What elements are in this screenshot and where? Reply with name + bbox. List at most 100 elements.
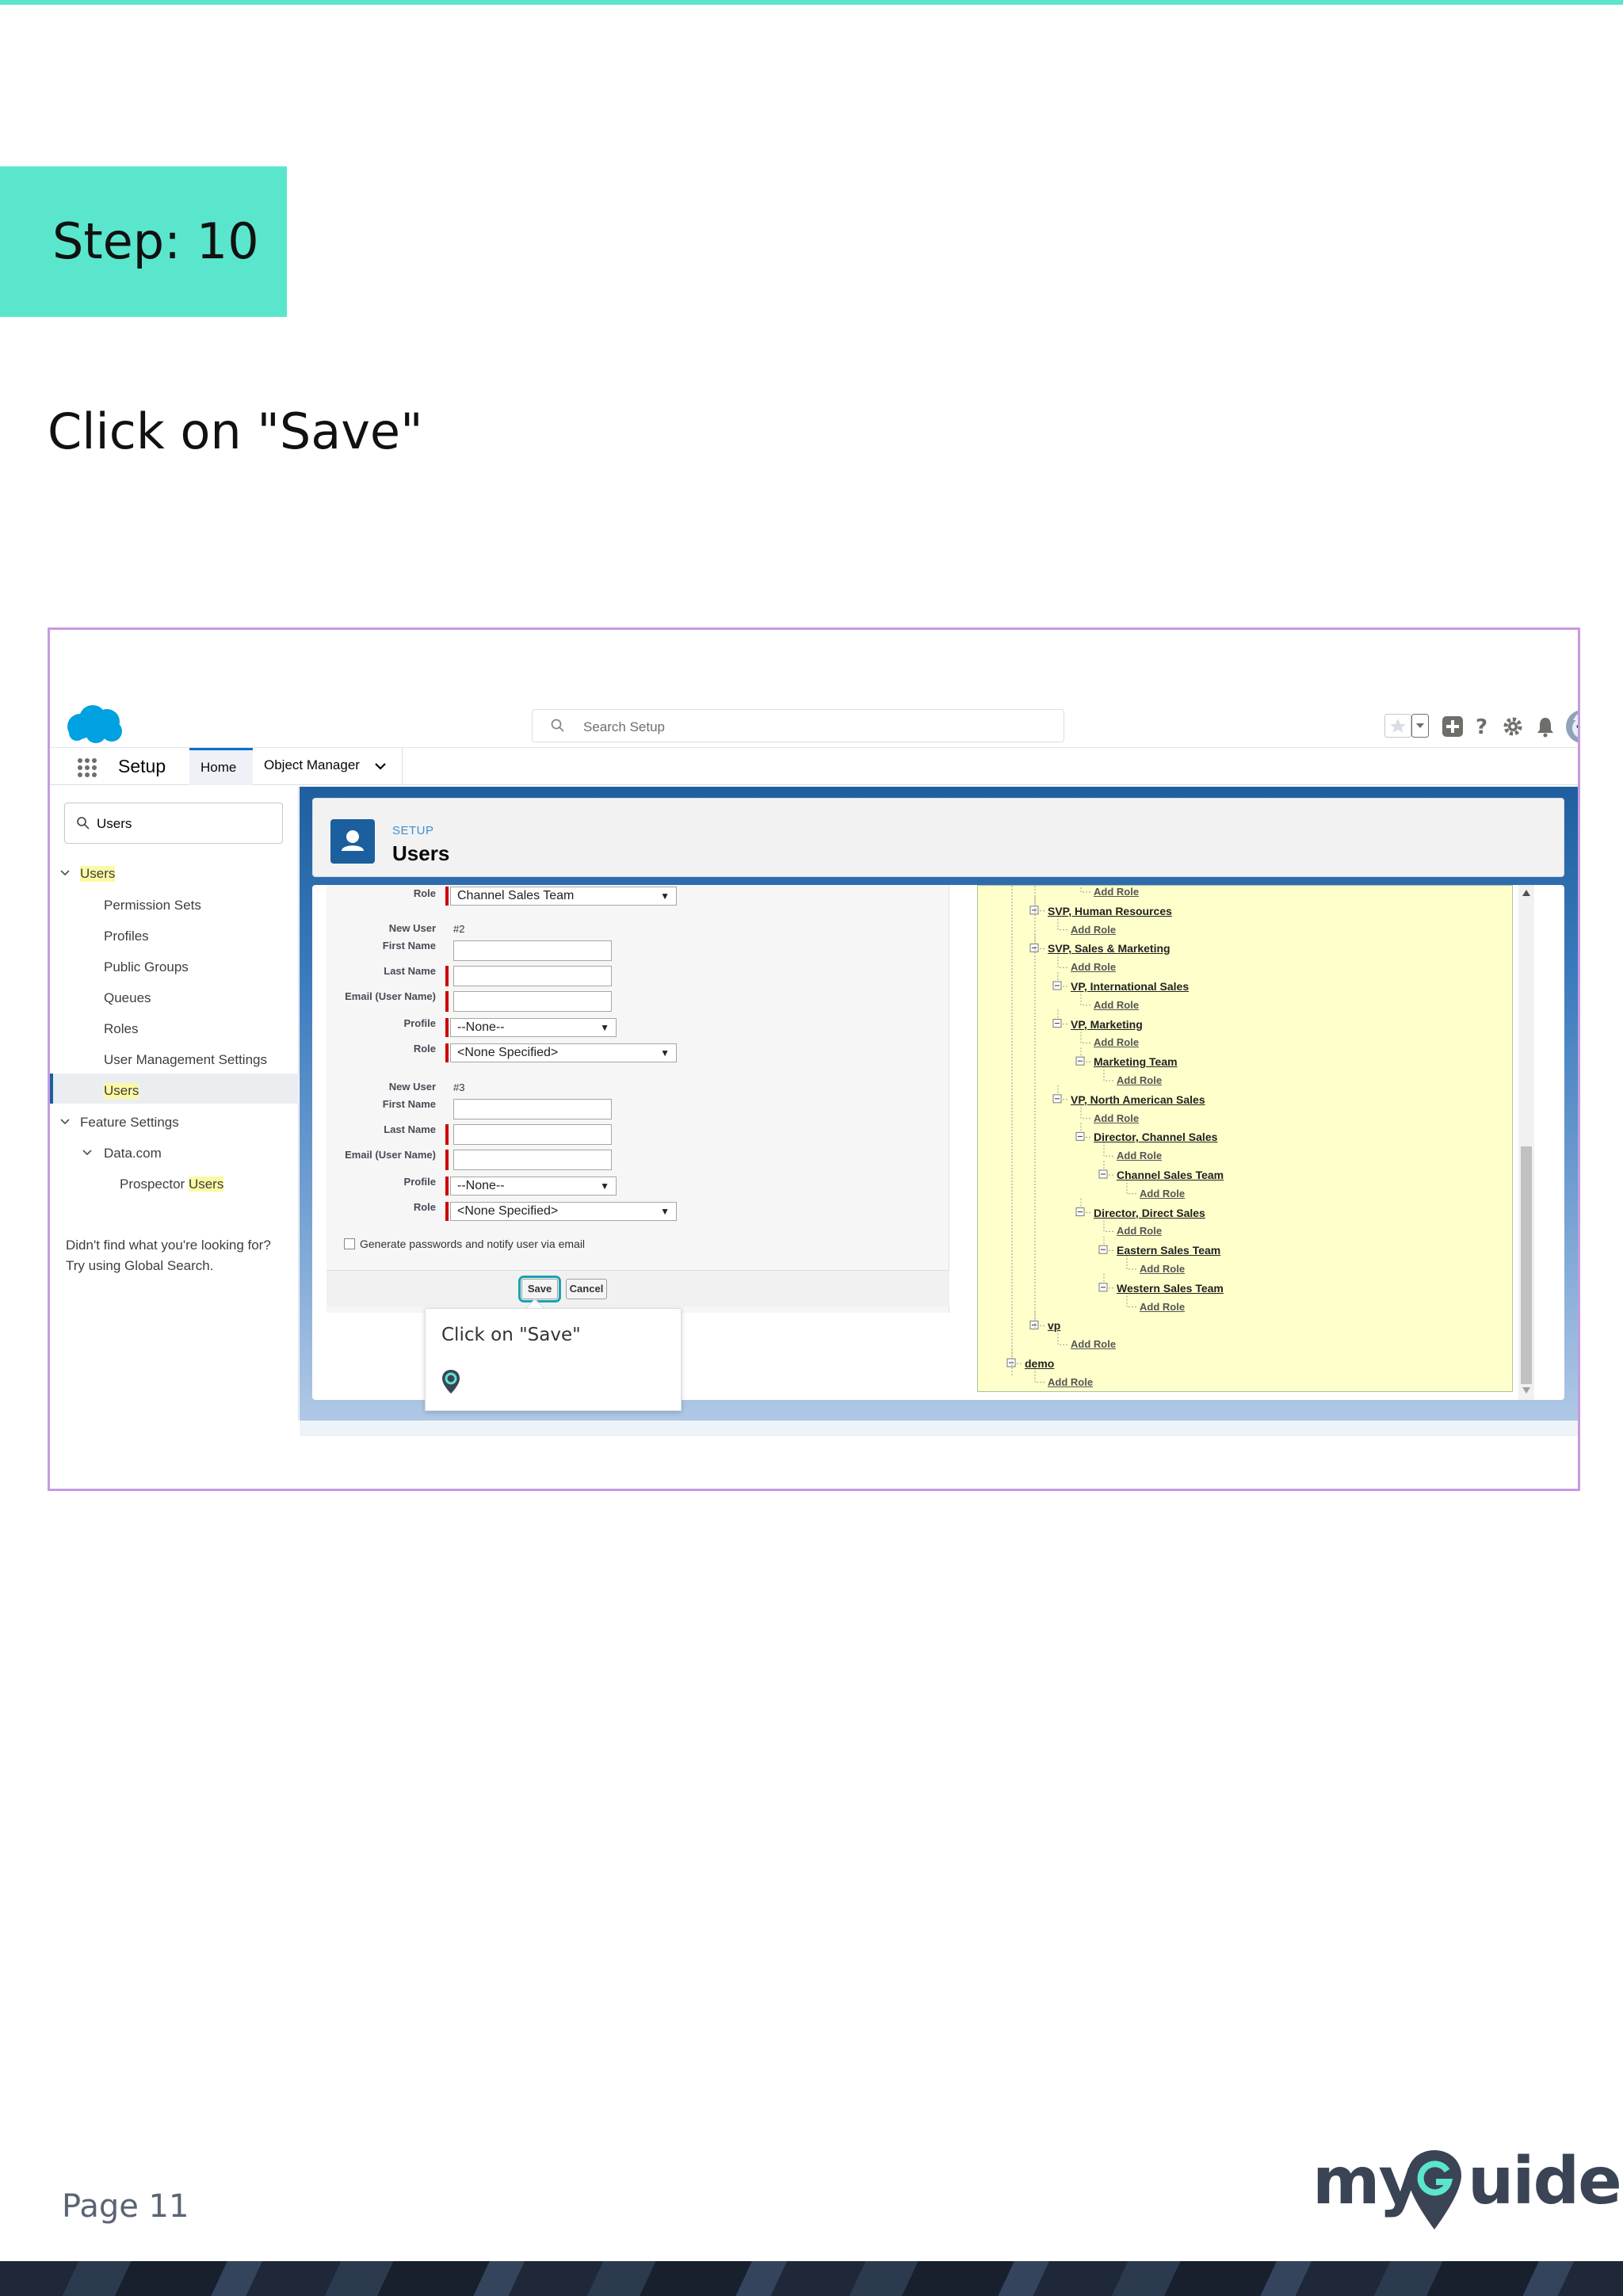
add-role-link[interactable]: Add Role [1071,961,1116,973]
add-role-link[interactable]: Add Role [1048,1376,1093,1388]
role-select-3-value: <None Specified> [457,1204,559,1218]
required-indicator [445,1150,449,1170]
add-role-link[interactable]: Add Role [1071,1338,1116,1350]
search-placeholder: Search Setup [583,719,666,734]
role-select-1[interactable]: Channel Sales Team ▼ [450,887,677,906]
sidebar-item-queues[interactable]: Queues [104,990,151,1006]
profile-select-2[interactable]: --None-- ▼ [450,1018,617,1037]
scroll-down-arrow-icon[interactable] [1522,1387,1530,1394]
dropdown-arrow-icon: ▼ [660,1206,670,1217]
tab-home[interactable]: Home [189,748,253,785]
role-node-link[interactable]: SVP, Sales & Marketing [1048,942,1170,955]
user-avatar[interactable] [1565,709,1578,744]
add-role-link[interactable]: Add Role [1117,1074,1162,1086]
search-setup-input[interactable]: Search Setup [532,709,1064,742]
tree-connector [1080,886,1090,893]
sidebar-item-public-groups[interactable]: Public Groups [104,959,189,975]
scrollbar-thumb[interactable] [1521,1146,1532,1384]
required-indicator [445,1043,449,1062]
new-user-3-heading: New User [388,1081,436,1093]
generate-passwords-label: Generate passwords and notify user via e… [360,1238,586,1250]
sidebar-item-data-com[interactable]: Data.com [104,1146,162,1161]
add-role-link[interactable]: Add Role [1117,1150,1162,1161]
role-node-link[interactable]: Director, Channel Sales [1094,1131,1217,1143]
add-role-link[interactable]: Add Role [1094,1112,1139,1124]
favorites-dropdown-icon[interactable] [1411,714,1429,738]
roles-scrollbar[interactable] [1518,885,1534,1400]
role-node-link[interactable]: VP, Marketing [1071,1018,1143,1031]
global-actions-plus-icon[interactable] [1442,715,1464,738]
setup-gear-icon[interactable] [1502,715,1524,738]
chevron-down-icon[interactable] [59,1116,71,1127]
guide-tooltip: Click on "Save" [425,1308,682,1411]
profile-select-3-value: --None-- [457,1179,505,1192]
last-name-input-3[interactable] [453,1124,612,1145]
dropdown-arrow-icon: ▼ [600,1022,609,1033]
dropdown-arrow-icon: ▼ [600,1180,609,1192]
add-role-link[interactable]: Add Role [1140,1263,1185,1275]
add-role-link[interactable]: Add Role [1094,999,1139,1011]
dropdown-arrow-icon: ▼ [660,1047,670,1058]
sidebar-item-permission-sets[interactable]: Permission Sets [104,898,201,913]
sidebar-item-roles[interactable]: Roles [104,1021,138,1037]
add-role-link[interactable]: Add Role [1140,1188,1185,1199]
salesforce-cloud-logo[interactable] [64,703,124,744]
role-label: Role [413,1201,436,1213]
svg-text:?: ? [1476,715,1487,738]
tree-connector [1057,1330,1067,1345]
add-role-link[interactable]: Add Role [1117,1225,1162,1237]
sidebar-item-users-group[interactable]: Users [80,866,116,882]
role-node-link[interactable]: VP, North American Sales [1071,1093,1205,1106]
last-name-label: Last Name [384,1123,436,1135]
add-role-link[interactable]: Add Role [1071,924,1116,936]
role-node-link[interactable]: Director, Direct Sales [1094,1207,1205,1219]
sidebar-item-user-management-settings[interactable]: User Management Settings [104,1052,267,1068]
search-icon [551,719,564,732]
user-icon [342,830,364,851]
add-role-link[interactable]: Add Role [1094,1036,1139,1048]
role-node-link[interactable]: Western Sales Team [1117,1282,1224,1295]
role-select-2[interactable]: <None Specified> ▼ [450,1043,677,1062]
app-launcher-waffle-icon[interactable] [77,757,97,778]
quick-find-input[interactable]: Users [64,803,283,844]
first-name-input-3[interactable] [453,1099,612,1119]
sidebar-item-users[interactable]: Users [104,1083,139,1099]
scroll-up-arrow-icon[interactable] [1522,890,1530,896]
email-input-2[interactable] [453,991,612,1012]
required-indicator [445,966,449,986]
role-node-link[interactable]: vp [1048,1319,1060,1332]
salesforce-screenshot: Search Setup ? Setup Home Object Manager… [50,630,1578,1489]
role-node-link[interactable]: Eastern Sales Team [1117,1244,1220,1257]
chevron-down-icon[interactable] [82,1147,93,1158]
chevron-down-icon[interactable] [59,868,71,879]
form-button-bar: Save Cancel [327,1270,949,1306]
help-question-icon[interactable]: ? [1473,715,1491,738]
sidebar-item-prospector-users[interactable]: Prospector Users [120,1177,224,1192]
add-role-link[interactable]: Add Role [1094,886,1139,898]
role-node-link[interactable]: SVP, Human Resources [1048,905,1172,917]
save-button[interactable]: Save [518,1276,561,1302]
logo-text-uide: uide [1468,2144,1622,2219]
tree-connector [1057,915,1067,931]
favorites-star-icon[interactable] [1384,714,1411,738]
profile-select-3[interactable]: --None-- ▼ [450,1177,617,1196]
sidebar-item-feature-settings[interactable]: Feature Settings [80,1115,179,1131]
role-node-link[interactable]: Marketing Team [1094,1055,1178,1068]
last-name-input-2[interactable] [453,966,612,986]
notifications-bell-icon[interactable] [1535,715,1556,738]
email-input-3[interactable] [453,1150,612,1170]
role-node-link[interactable]: VP, International Sales [1071,980,1189,993]
role-select-3[interactable]: <None Specified> ▼ [450,1202,677,1221]
chevron-down-icon[interactable] [373,759,388,773]
cancel-button[interactable]: Cancel [566,1279,607,1299]
email-label: Email (User Name) [345,1149,436,1161]
top-accent-rule [0,0,1623,5]
sidebar-item-profiles[interactable]: Profiles [104,929,149,944]
role-node-link[interactable]: demo [1025,1357,1054,1370]
sidebar-selected-row [50,1074,299,1104]
tab-object-manager[interactable]: Object Manager [264,757,360,773]
first-name-input-2[interactable] [453,940,612,961]
add-role-link[interactable]: Add Role [1140,1301,1185,1313]
generate-passwords-checkbox[interactable] [344,1238,355,1249]
role-node-link[interactable]: Channel Sales Team [1117,1169,1224,1181]
